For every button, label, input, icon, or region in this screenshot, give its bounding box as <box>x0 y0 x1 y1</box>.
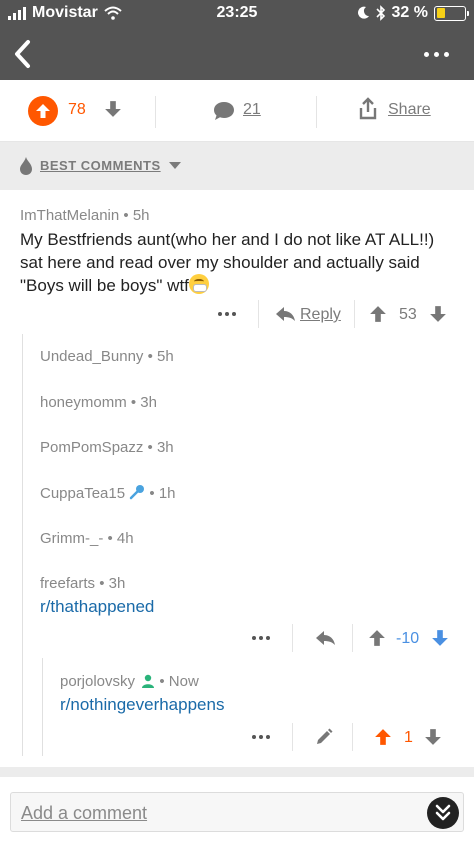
collapsed-comment[interactable]: Grimm-_- • 4h <box>40 530 134 547</box>
share-icon[interactable] <box>357 97 379 121</box>
reply-icon[interactable] <box>274 305 296 323</box>
comment-downvote-button[interactable] <box>429 305 447 323</box>
post-score: 78 <box>68 101 86 118</box>
comment-downvote-button[interactable] <box>424 728 442 746</box>
comment-author[interactable]: Grimm-_- <box>40 530 103 547</box>
user-icon <box>142 674 155 688</box>
comment-body: My Bestfriends aunt(who her and I do not… <box>20 230 435 295</box>
face-with-mask-emoji-icon <box>188 274 209 294</box>
pencil-icon[interactable] <box>314 727 334 747</box>
collapsed-comment[interactable]: PomPomSpazz • 3h <box>40 439 174 456</box>
battery-percent: 32 % <box>391 4 428 21</box>
comment-score: 53 <box>399 306 417 323</box>
post-upvote-button[interactable] <box>28 96 58 126</box>
comment-action-bar: -10 <box>22 620 474 656</box>
comment-meta: porjolovsky • Now <box>60 673 199 690</box>
comment-bubble-icon[interactable] <box>212 100 236 122</box>
add-comment-input[interactable]: Add a comment <box>21 803 147 824</box>
back-button[interactable] <box>8 36 44 72</box>
bluetooth-icon <box>375 5 385 21</box>
sort-label[interactable]: BEST COMMENTS <box>40 158 161 173</box>
chevron-left-icon <box>15 40 30 68</box>
comment-downvote-button[interactable] <box>431 629 449 647</box>
arrow-up-icon <box>36 104 50 118</box>
reply-icon[interactable] <box>314 629 336 647</box>
more-options-button[interactable] <box>418 44 454 64</box>
double-chevron-down-icon <box>435 804 451 821</box>
collapsed-comment[interactable]: CuppaTea15 • 1h <box>40 484 176 502</box>
collapsed-comment[interactable]: honeymomm • 3h <box>40 394 157 411</box>
share-button[interactable]: Share <box>388 101 431 119</box>
post-downvote-button[interactable] <box>104 100 122 118</box>
microphone-icon <box>130 485 145 500</box>
comment-age: 5h <box>132 207 150 224</box>
comment-sort-bar[interactable]: BEST COMMENTS <box>0 142 474 190</box>
comment-more-button[interactable] <box>252 636 270 640</box>
chevron-down-icon[interactable] <box>169 162 181 169</box>
comment-author[interactable]: CuppaTea15 <box>40 485 125 502</box>
top-nav-bar <box>0 28 474 80</box>
more-dots-icon <box>423 51 429 57</box>
expand-button[interactable] <box>427 797 459 829</box>
comment-count[interactable]: 21 <box>243 101 261 119</box>
thread-line <box>22 334 23 756</box>
comment-more-button[interactable] <box>218 312 236 316</box>
comment-score: -10 <box>396 630 420 647</box>
comment-score: 1 <box>404 729 413 746</box>
divider <box>316 96 317 128</box>
comment-author[interactable]: freefarts <box>40 575 95 592</box>
comment-more-button[interactable] <box>252 735 270 739</box>
comment-upvote-button[interactable] <box>374 728 392 746</box>
flame-icon <box>20 157 32 175</box>
comment-composer[interactable]: Add a comment <box>10 792 464 832</box>
status-bar: Movistar 23:25 32 % <box>0 0 474 28</box>
comment-author[interactable]: Undead_Bunny <box>40 348 143 365</box>
comment-meta: freefarts • 3h <box>40 575 126 592</box>
post-action-bar: 78 21 Share <box>0 80 474 142</box>
moon-icon <box>357 6 369 19</box>
comment-author[interactable]: PomPomSpazz <box>40 439 143 456</box>
comment-author[interactable]: ImThatMelanin <box>20 207 119 224</box>
divider <box>0 767 474 777</box>
subreddit-link[interactable]: r/thathappened <box>40 597 154 617</box>
comment-meta: ImThatMelanin • 5h <box>20 207 150 224</box>
comment-upvote-button[interactable] <box>368 629 386 647</box>
divider <box>155 96 156 128</box>
comment-author[interactable]: porjolovsky <box>60 673 135 690</box>
collapsed-comment[interactable]: Undead_Bunny • 5h <box>40 348 174 365</box>
subreddit-link[interactable]: r/nothingeverhappens <box>60 695 224 715</box>
battery-icon <box>434 5 469 21</box>
comment-action-bar: 1 <box>42 719 474 755</box>
comment-author[interactable]: honeymomm <box>40 394 127 411</box>
comment-upvote-button[interactable] <box>369 305 387 323</box>
reply-button[interactable]: Reply <box>300 306 341 324</box>
comment-action-bar: Reply 53 <box>0 296 474 332</box>
